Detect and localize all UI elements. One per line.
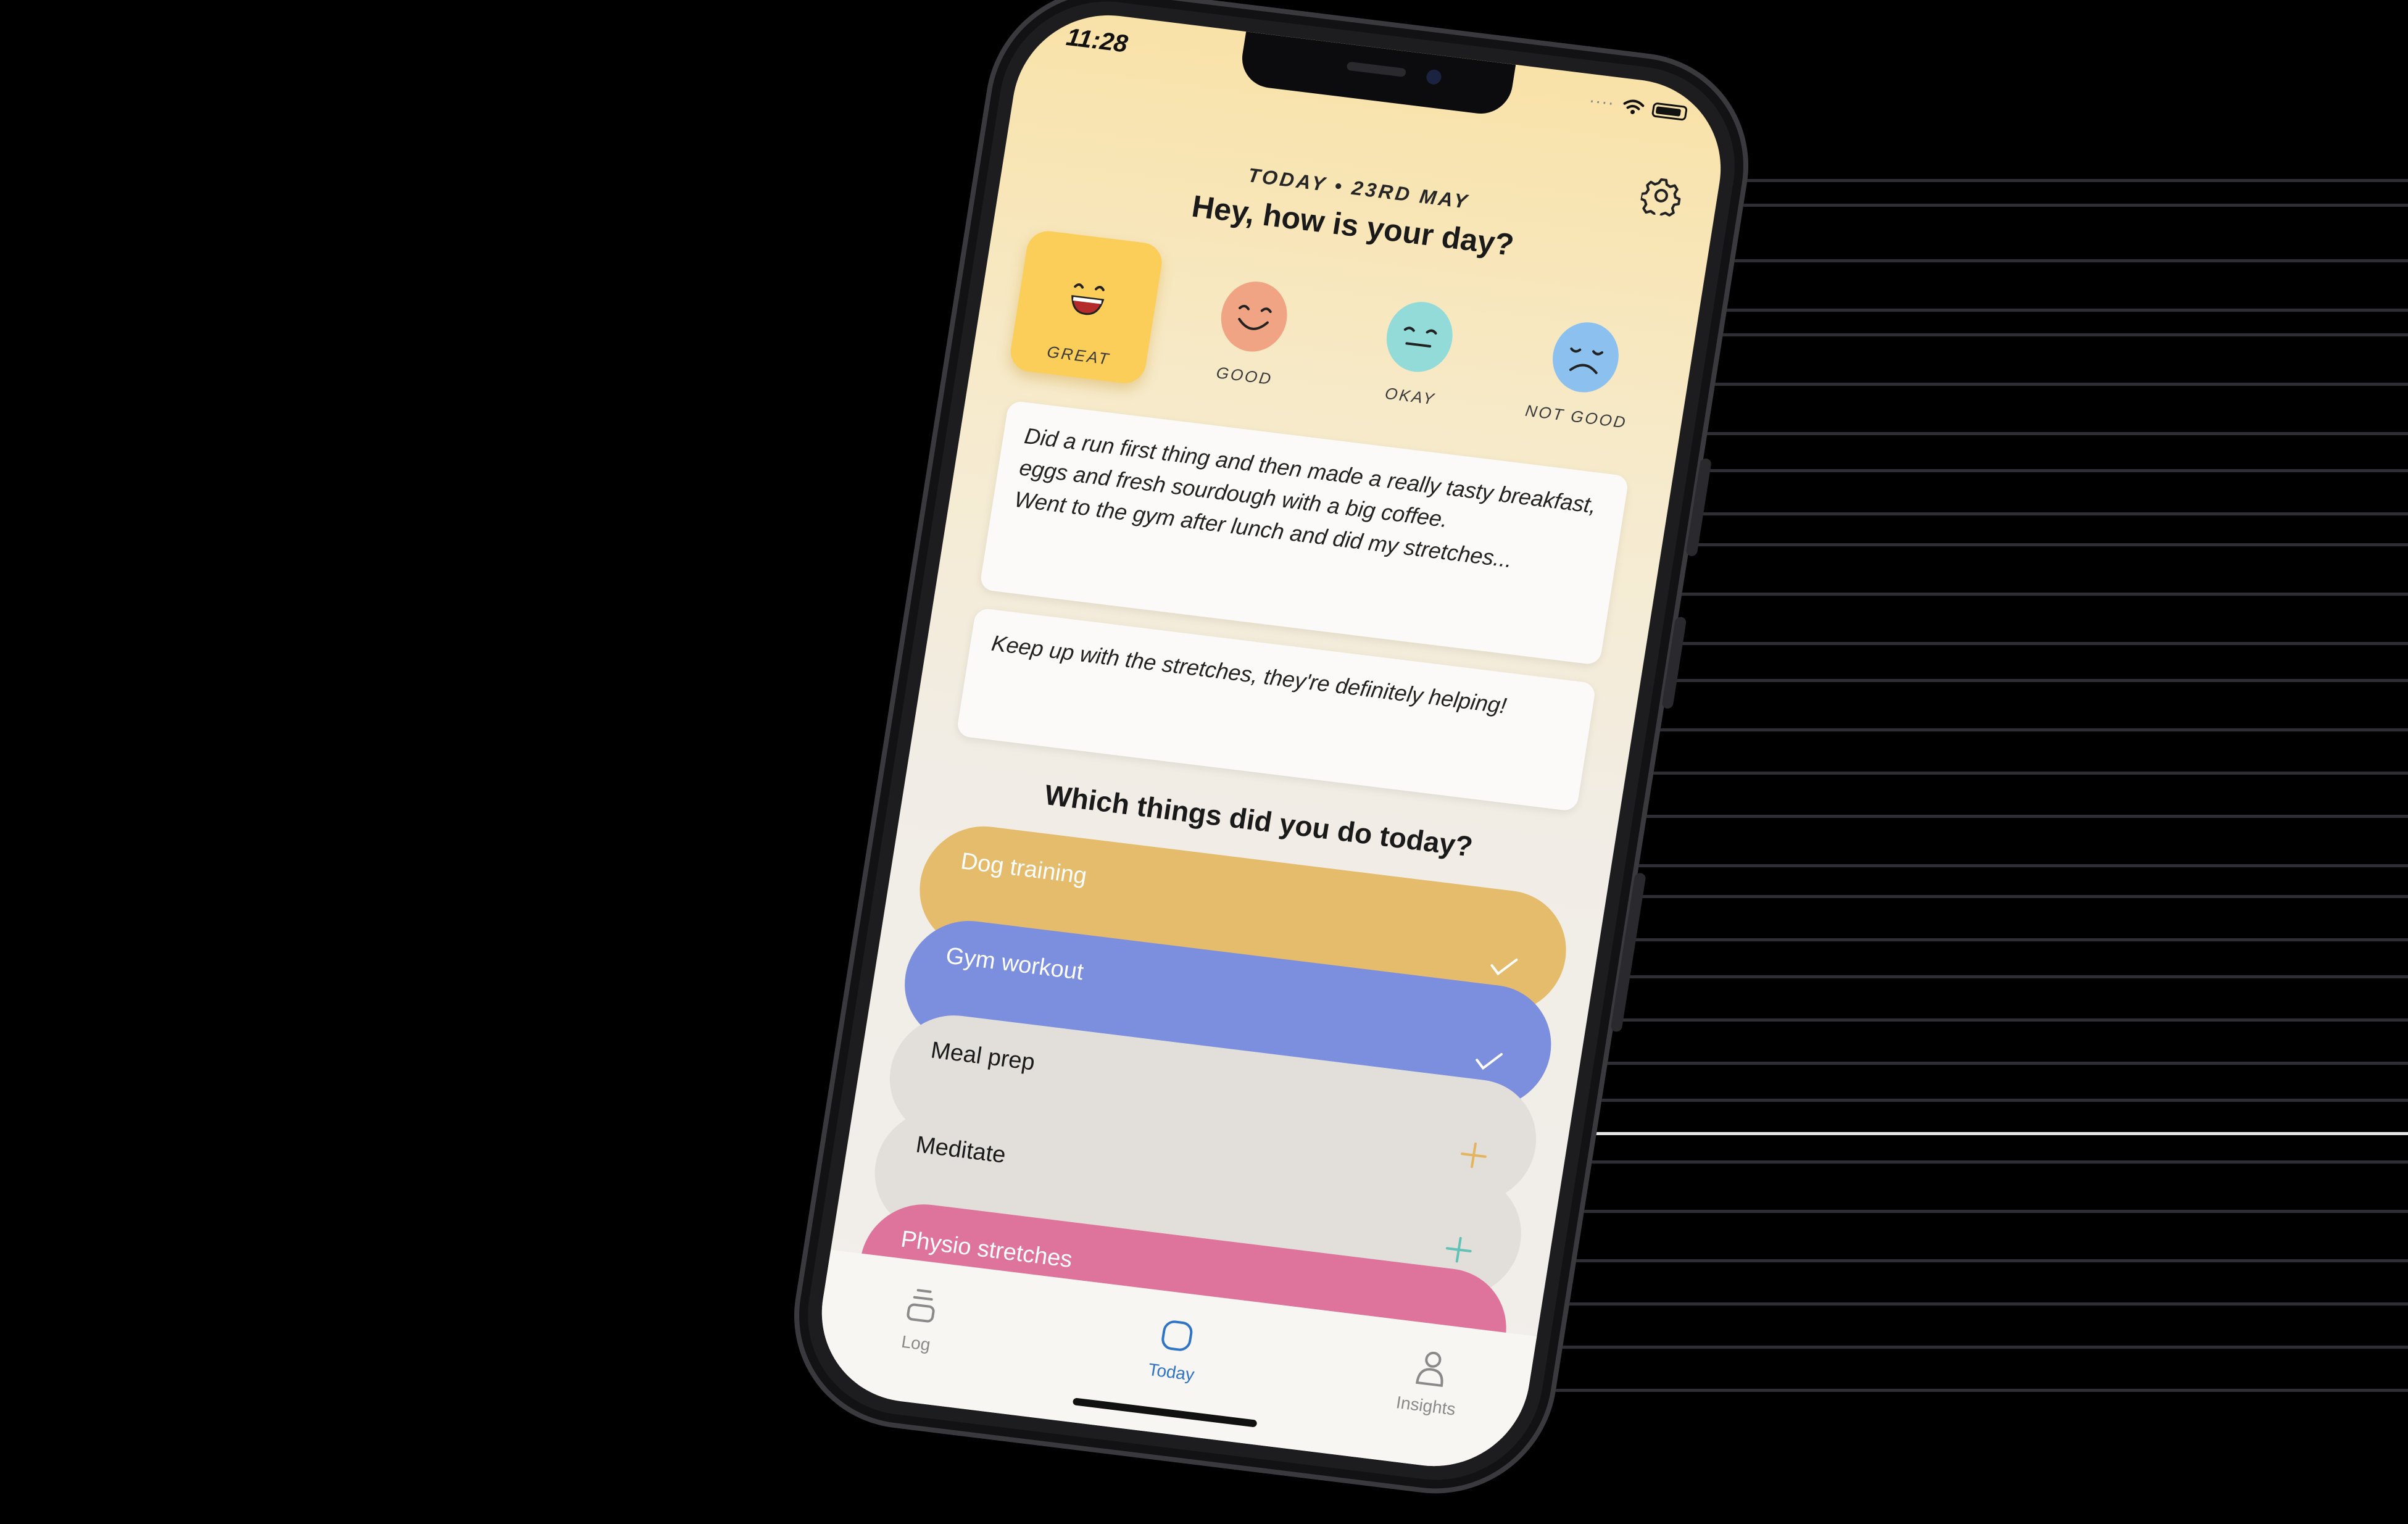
checkmark-icon bbox=[1490, 958, 1518, 976]
speaker-grille bbox=[1346, 61, 1407, 78]
signal-icon: ···· bbox=[1587, 92, 1616, 114]
mood-label: GREAT bbox=[1045, 342, 1112, 369]
neutral-face-icon bbox=[1380, 297, 1459, 377]
smiling-face-icon bbox=[1214, 277, 1293, 357]
mood-option-good[interactable]: GOOD bbox=[1174, 249, 1331, 406]
status-icons: ···· bbox=[1588, 93, 1688, 123]
tab-log[interactable]: Log bbox=[853, 1278, 986, 1360]
tab-label: Log bbox=[900, 1331, 932, 1355]
home-indicator[interactable] bbox=[1072, 1397, 1258, 1428]
sad-face-icon bbox=[1547, 317, 1625, 398]
tab-insights[interactable]: Insights bbox=[1363, 1341, 1497, 1423]
stack-icon bbox=[907, 1289, 935, 1323]
plus-icon bbox=[1445, 1236, 1472, 1263]
mood-option-not-good[interactable]: NOT GOOD bbox=[1505, 290, 1662, 447]
activity-name: Gym workout bbox=[944, 943, 1086, 986]
activity-name: Dog training bbox=[959, 848, 1089, 889]
today-square-icon bbox=[1161, 1320, 1193, 1351]
mood-label: OKAY bbox=[1384, 383, 1437, 409]
mood-label: GOOD bbox=[1214, 363, 1274, 389]
laughing-face-icon bbox=[1048, 256, 1127, 336]
tab-label: Today bbox=[1147, 1359, 1196, 1385]
settings-gear-icon[interactable] bbox=[1638, 174, 1684, 218]
wifi-icon bbox=[1623, 99, 1645, 114]
person-icon bbox=[1415, 1351, 1443, 1388]
tab-label: Insights bbox=[1395, 1393, 1457, 1419]
front-camera bbox=[1425, 69, 1443, 86]
tab-today[interactable]: Today bbox=[1108, 1310, 1241, 1389]
checkmark-icon bbox=[1476, 1052, 1503, 1070]
activity-name: Meal prep bbox=[929, 1037, 1037, 1076]
mood-option-great[interactable]: GREAT bbox=[1007, 228, 1165, 386]
mood-option-okay[interactable]: OKAY bbox=[1340, 270, 1497, 427]
mood-label: NOT GOOD bbox=[1524, 401, 1629, 432]
battery-icon bbox=[1651, 102, 1688, 121]
plus-icon bbox=[1461, 1142, 1487, 1168]
status-time: 11:28 bbox=[1064, 23, 1130, 58]
activity-name: Meditate bbox=[914, 1131, 1008, 1168]
